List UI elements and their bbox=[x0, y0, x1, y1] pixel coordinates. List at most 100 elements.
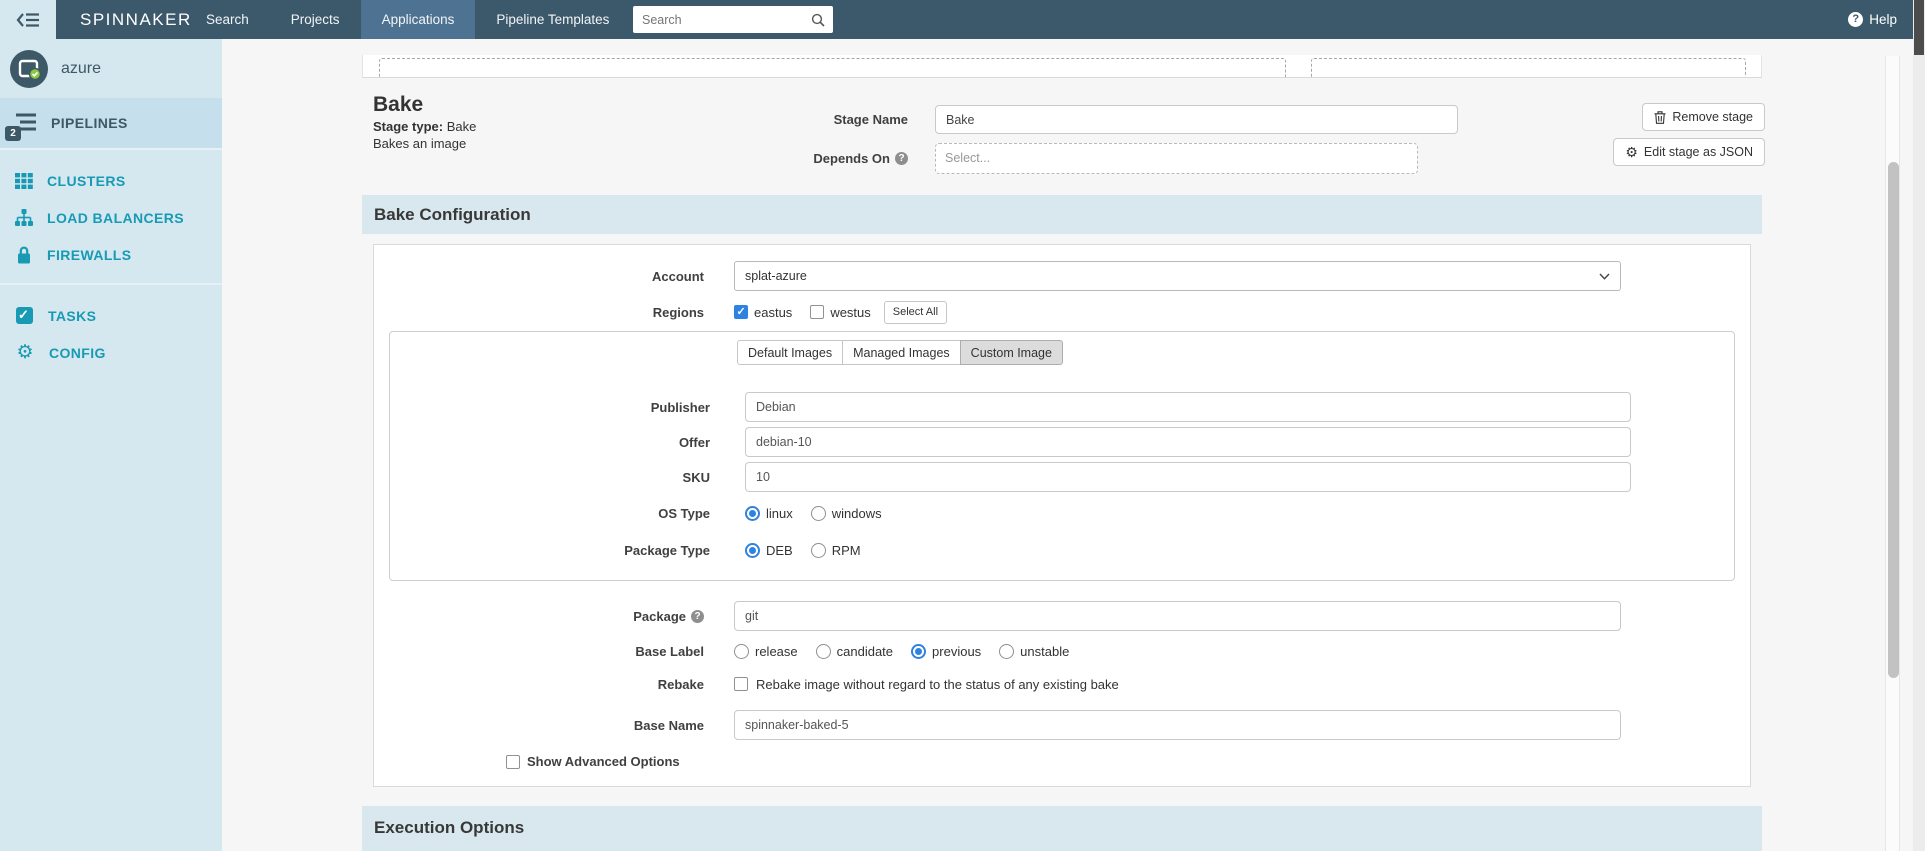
pipeline-stage-node[interactable] bbox=[1311, 58, 1746, 77]
show-advanced-checkbox[interactable] bbox=[506, 754, 520, 769]
base-label-option-release[interactable]: release bbox=[734, 643, 798, 659]
help-icon bbox=[1848, 12, 1864, 27]
region-option-westus[interactable]: westus bbox=[810, 304, 871, 320]
rpm-label: RPM bbox=[831, 543, 861, 558]
pipelines-icon: 2 bbox=[5, 110, 38, 141]
package-type-option-rpm[interactable]: RPM bbox=[810, 543, 861, 558]
account-select-value: splat-azure bbox=[745, 269, 807, 283]
top-nav: SPINNAKER Search Projects Applications P… bbox=[0, 0, 1925, 39]
sidebar-collapse-button[interactable] bbox=[0, 0, 56, 39]
clusters-label: CLUSTERS bbox=[47, 172, 126, 189]
main-content: Bake Stage type: Bake Bakes an image Sta… bbox=[222, 39, 1913, 851]
sidebar-infrastructure-group: CLUSTERS LOAD BALANCERS FIREWALLS bbox=[0, 150, 222, 273]
rebake-description: Rebake image without regard to the statu… bbox=[756, 676, 1119, 692]
show-advanced-row: Show Advanced Options bbox=[506, 754, 1750, 769]
app-name: azure bbox=[61, 59, 102, 77]
question-circle-icon bbox=[691, 609, 704, 623]
candidate-radio[interactable] bbox=[815, 643, 831, 659]
page-scrollbar-thumb[interactable] bbox=[1914, 0, 1924, 55]
select-all-regions-button[interactable]: Select All bbox=[883, 300, 948, 324]
sidebar-item-tasks[interactable]: TASKS bbox=[0, 297, 222, 334]
previous-radio[interactable] bbox=[911, 643, 927, 659]
lock-icon bbox=[14, 245, 34, 265]
package-type-label: Package Type bbox=[624, 543, 710, 558]
offer-input[interactable] bbox=[745, 427, 1631, 457]
os-type-option-linux[interactable]: linux bbox=[745, 506, 793, 521]
nav-item-projects[interactable]: Projects bbox=[270, 0, 361, 39]
pipelines-label: PIPELINES bbox=[51, 115, 128, 131]
deb-label: DEB bbox=[766, 543, 793, 558]
base-label-option-candidate[interactable]: candidate bbox=[815, 643, 893, 659]
westus-label: westus bbox=[830, 304, 871, 320]
check-square-icon bbox=[16, 307, 33, 324]
show-advanced-label: Show Advanced Options bbox=[527, 754, 680, 769]
package-row: Package bbox=[374, 601, 1750, 631]
sidebar-item-load-balancers[interactable]: LOAD BALANCERS bbox=[0, 199, 222, 236]
sidebar-item-clusters[interactable]: CLUSTERS bbox=[0, 162, 222, 199]
linux-radio[interactable] bbox=[745, 506, 760, 521]
depends-on-select[interactable]: Select... bbox=[935, 143, 1418, 174]
unstable-label: unstable bbox=[1020, 643, 1070, 659]
config-label: CONFIG bbox=[49, 344, 106, 361]
global-search-input[interactable] bbox=[634, 12, 811, 27]
os-type-option-windows[interactable]: windows bbox=[810, 506, 882, 521]
sku-input[interactable] bbox=[745, 462, 1631, 492]
remove-stage-button[interactable]: Remove stage bbox=[1642, 103, 1765, 131]
global-search bbox=[633, 6, 833, 33]
tab-custom-image[interactable]: Custom Image bbox=[959, 340, 1063, 365]
load-balancers-label: LOAD BALANCERS bbox=[47, 209, 185, 226]
stage-description: Bakes an image bbox=[373, 136, 467, 151]
sidebar-item-pipelines[interactable]: 2 PIPELINES bbox=[0, 98, 222, 148]
unstable-radio[interactable] bbox=[999, 643, 1015, 659]
base-label-label: Base Label bbox=[635, 643, 704, 659]
nav-item-search[interactable]: Search bbox=[185, 0, 270, 39]
release-radio[interactable] bbox=[734, 643, 749, 659]
package-label: Package bbox=[633, 608, 686, 624]
region-option-eastus[interactable]: eastus bbox=[734, 305, 792, 320]
base-label-option-unstable[interactable]: unstable bbox=[999, 643, 1070, 659]
rpm-radio[interactable] bbox=[810, 543, 826, 558]
eastus-checkbox[interactable] bbox=[734, 305, 748, 319]
sidebar-tasks-group: TASKS ⚙ CONFIG bbox=[0, 285, 222, 371]
package-type-option-deb[interactable]: DEB bbox=[745, 543, 793, 558]
base-label-option-previous[interactable]: previous bbox=[911, 643, 981, 659]
nav-item-pipeline-templates[interactable]: Pipeline Templates bbox=[475, 0, 630, 39]
eastus-label: eastus bbox=[754, 304, 793, 320]
spinnaker-logo: SPINNAKER bbox=[80, 10, 192, 29]
regions-row: Regions eastus westus Select All bbox=[374, 300, 1750, 324]
rebake-checkbox[interactable] bbox=[734, 677, 748, 691]
deb-radio[interactable] bbox=[745, 543, 760, 558]
os-type-label: OS Type bbox=[658, 506, 710, 521]
sidebar-item-config[interactable]: ⚙ CONFIG bbox=[0, 334, 222, 371]
account-select[interactable]: splat-azure bbox=[734, 261, 1621, 291]
chevron-down-icon bbox=[1599, 273, 1610, 280]
windows-radio[interactable] bbox=[810, 506, 826, 521]
stage-type-line: Stage type: Bake bbox=[373, 118, 476, 135]
stage-name-input[interactable] bbox=[935, 105, 1458, 134]
load-balancers-icon bbox=[14, 208, 34, 228]
westus-checkbox[interactable] bbox=[810, 305, 825, 319]
package-input[interactable] bbox=[734, 601, 1621, 631]
account-row: Account splat-azure bbox=[374, 261, 1750, 291]
edit-stage-json-button[interactable]: ⚙ Edit stage as JSON bbox=[1613, 138, 1765, 166]
gear-icon: ⚙ bbox=[1625, 144, 1638, 160]
nav-item-applications[interactable]: Applications bbox=[360, 0, 476, 39]
depends-on-label: Depends On bbox=[813, 151, 890, 166]
sidebar-app-header[interactable]: azure bbox=[0, 39, 222, 98]
publisher-input[interactable] bbox=[745, 392, 1631, 422]
base-name-input[interactable] bbox=[734, 710, 1621, 740]
help-link[interactable]: Help bbox=[1848, 0, 1897, 39]
page: SPINNAKER Search Projects Applications P… bbox=[0, 0, 1925, 851]
trash-icon bbox=[1654, 110, 1666, 124]
clusters-grid-icon bbox=[14, 171, 34, 191]
stage-type-value: Bake bbox=[446, 119, 477, 134]
sidebar-item-firewalls[interactable]: FIREWALLS bbox=[0, 236, 222, 273]
help-label: Help bbox=[1869, 12, 1897, 27]
pipeline-stage-node[interactable] bbox=[379, 58, 1286, 77]
tab-managed-images[interactable]: Managed Images bbox=[842, 340, 961, 365]
tab-default-images[interactable]: Default Images bbox=[737, 340, 844, 365]
content-scrollbar-thumb[interactable] bbox=[1888, 162, 1899, 678]
nav-links: Search Projects Applications Pipeline Te… bbox=[185, 0, 630, 39]
page-scrollbar-track[interactable] bbox=[1913, 0, 1925, 851]
content-scrollbar-track[interactable] bbox=[1885, 56, 1900, 851]
